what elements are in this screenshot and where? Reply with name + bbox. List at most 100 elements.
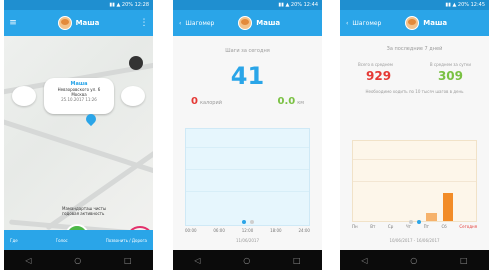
week-tick: Вт [370, 224, 376, 229]
x-tick: 24:00 [298, 228, 310, 233]
note-text: Необходимо ходить по 10 тысяч шагов в де… [365, 89, 464, 94]
week-axis-labels: Пн Вт Ср Чт Пт Сб Сегодня [352, 224, 477, 229]
labels-row: Всего в среднем В среднем за сутки [340, 62, 489, 67]
chevron-left-icon: ‹ [179, 19, 182, 27]
more-icon[interactable]: ⋮ [135, 18, 153, 28]
calories-group: 0 калорий [191, 96, 222, 107]
week-tick: Пт [423, 224, 429, 229]
avatar [57, 16, 72, 30]
week-tick: Пн [352, 224, 358, 229]
app-title-group: Маша [381, 16, 489, 30]
phone-map-screen: ▮▮ ▲ 20% 12:28 ≡ Маша ⋮ Маша Невзоровско… [4, 0, 153, 270]
status-bar: ▮▮ ▲ 20% 12:44 [173, 0, 322, 10]
menu-icon[interactable]: ≡ [4, 18, 22, 28]
recents-nav-icon[interactable]: □ [293, 256, 301, 265]
home-nav-icon[interactable]: ○ [243, 256, 250, 265]
map-view[interactable]: Маша Невзоровского ул. 6 Москва 25.10.20… [4, 36, 153, 254]
app-title-group: Маша [22, 16, 135, 30]
bubble-time: 25.10.2017 11:26 [61, 97, 97, 102]
status-bar: ▮▮ ▲ 20% 12:28 [4, 0, 153, 10]
back-label: Шагомер [185, 19, 215, 27]
total-value: 929 [366, 69, 392, 83]
home-nav-icon[interactable]: ○ [410, 256, 417, 265]
calories-unit: калорий [199, 100, 222, 106]
page-dot[interactable] [249, 220, 254, 224]
page-dot[interactable] [408, 220, 413, 224]
page-dot-active[interactable] [416, 220, 421, 224]
where-button[interactable]: Где [10, 238, 18, 243]
avg-value: 309 [437, 69, 463, 83]
avatar [405, 16, 420, 30]
back-nav-icon[interactable]: ◁ [194, 256, 200, 265]
app-title-group: Маша [214, 16, 322, 30]
app-title: Маша [423, 19, 448, 27]
back-nav-icon[interactable]: ◁ [25, 256, 31, 265]
voice-button[interactable]: Голос [56, 238, 68, 243]
x-tick: 00:00 [185, 228, 197, 233]
map-marker-left[interactable] [12, 86, 36, 106]
steps-content: Шаги за сегодня 41 0 калорий 0.0 км 00:0… [173, 36, 322, 250]
map-layers-icon[interactable] [129, 56, 143, 70]
recents-nav-icon[interactable]: □ [124, 256, 132, 265]
map-road [45, 146, 153, 231]
grid-line [186, 169, 309, 170]
app-title: Маша [75, 19, 100, 27]
back-nav-icon[interactable]: ◁ [361, 256, 367, 265]
call-route-button[interactable]: Позвонить / Дорога [106, 238, 147, 243]
date-range-label: 10/06/2017 - 16/06/2017 [389, 238, 440, 243]
values-row: 929 309 [340, 69, 489, 83]
bottom-action-bar: Где Голос Позвонить / Дорога [4, 230, 153, 250]
avatar [238, 16, 253, 30]
x-axis-ticks: 00:00 06:00 12:00 18:00 24:00 [185, 228, 310, 233]
steps-value: 41 [230, 62, 265, 90]
week-tick: Ср [387, 224, 394, 229]
status-bar: ▮▮ ▲ 20% 12:45 [340, 0, 489, 10]
location-pin-icon[interactable] [83, 111, 99, 127]
x-tick: 12:00 [241, 228, 254, 233]
page-dot-active[interactable] [241, 220, 246, 224]
steps-summary-row: 0 калорий 0.0 км [173, 96, 322, 107]
home-nav-icon[interactable]: ○ [74, 256, 81, 265]
x-tick: 06:00 [213, 228, 225, 233]
week-bars [359, 141, 470, 221]
week-tick: Чт [405, 224, 411, 229]
map-marker-right[interactable] [121, 86, 145, 106]
week-chart [352, 140, 477, 222]
page-indicator [173, 220, 322, 224]
week-tick: Сб [441, 224, 447, 229]
steps-title: Шаги за сегодня [225, 48, 270, 54]
distance-value: 0.0 [277, 96, 296, 107]
recents-nav-icon[interactable]: □ [460, 256, 468, 265]
total-label: Всего в среднем [358, 62, 393, 67]
steps-chart [185, 128, 310, 226]
back-button[interactable]: ‹ Шагомер [340, 20, 381, 27]
android-navbar: ◁ ○ □ [4, 250, 153, 270]
back-label: Шагомер [352, 19, 382, 27]
android-navbar: ◁ ○ □ [173, 250, 322, 270]
phone-week-screen: ▮▮ ▲ 20% 12:45 ‹ Шагомер Маша За последн… [340, 0, 489, 270]
phone-steps-today-screen: ▮▮ ▲ 20% 12:44 ‹ Шагомер Маша Шаги за се… [173, 0, 322, 270]
week-content: За последние 7 дней Всего в среднем В ср… [340, 36, 489, 250]
avg-label: В среднем за сутки [429, 62, 471, 67]
page-indicator [340, 220, 489, 224]
grid-line [186, 191, 309, 192]
app-title: Маша [256, 19, 281, 27]
week-bar [442, 193, 454, 221]
chevron-left-icon: ‹ [346, 19, 349, 27]
date-label: 11/06/2017 [235, 238, 260, 243]
calories-value: 0 [191, 96, 198, 107]
app-bar: ‹ Шагомер Маша [173, 10, 322, 36]
distance-group: 0.0 км [277, 96, 304, 107]
app-bar: ‹ Шагомер Маша [340, 10, 489, 36]
x-tick: 18:00 [270, 228, 282, 233]
android-navbar: ◁ ○ □ [340, 250, 489, 270]
grid-line [186, 147, 309, 148]
distance-unit: км [297, 100, 304, 106]
app-bar: ≡ Маша ⋮ [4, 10, 153, 36]
period-title: За последние 7 дней [386, 46, 443, 52]
week-tick-today: Сегодня [459, 224, 477, 229]
map-info-text: Мамандарташ чисты годовая активность [62, 206, 132, 216]
location-bubble[interactable]: Маша Невзоровского ул. 6 Москва 25.10.20… [44, 78, 114, 114]
map-info-line-2: годовая активность [62, 211, 105, 216]
back-button[interactable]: ‹ Шагомер [173, 20, 214, 27]
